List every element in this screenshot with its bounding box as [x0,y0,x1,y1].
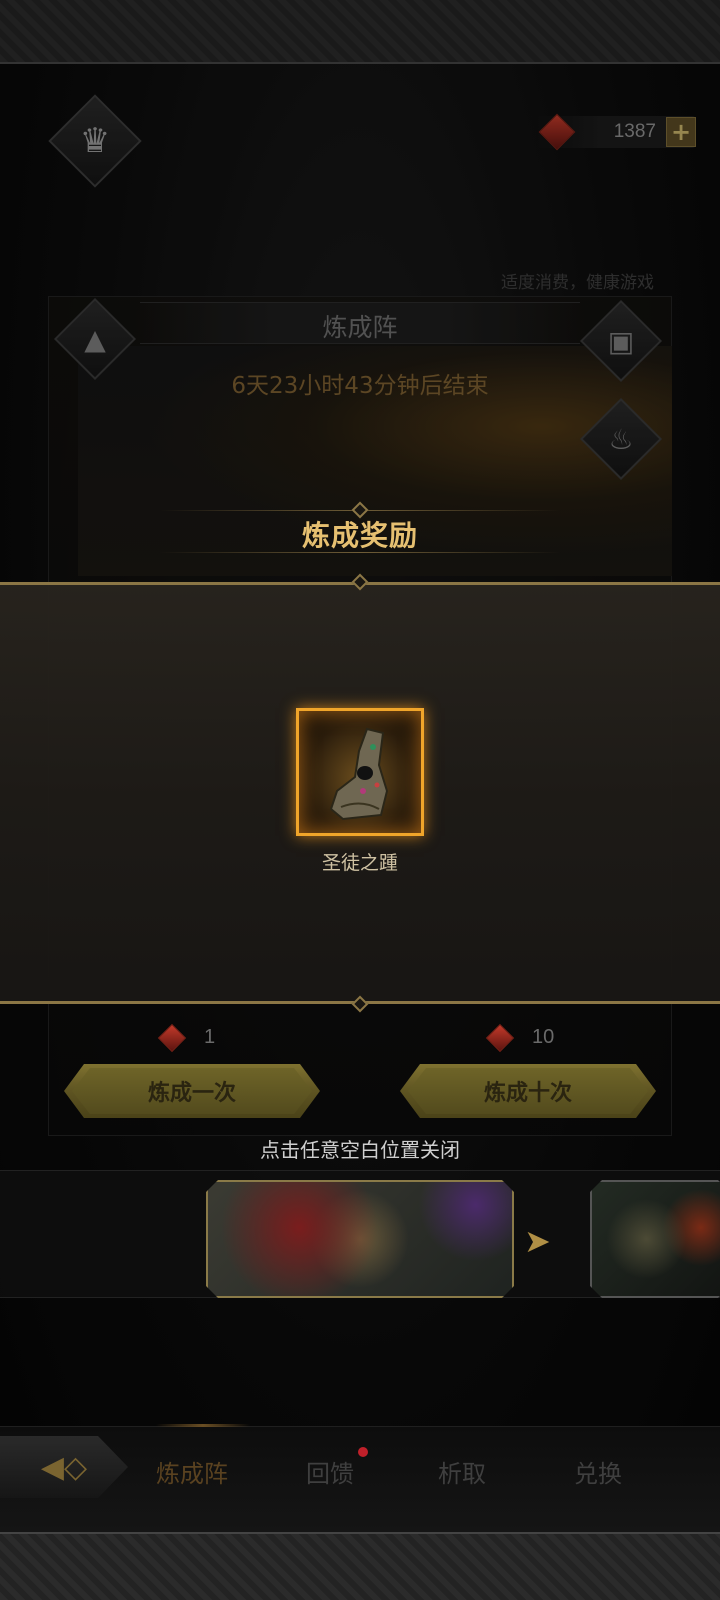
red-gem-icon [157,1023,187,1052]
banner-current[interactable] [206,1180,514,1298]
banner-next[interactable] [590,1180,720,1298]
tab-crafting[interactable]: 炼成阵 [156,1454,228,1489]
craft-once-cost: 1 [157,1023,216,1052]
red-gem-icon [485,1023,515,1052]
craft-ten-button[interactable]: 炼成十次 [400,1064,656,1118]
craft-ten-label: 炼成十次 [483,1081,572,1106]
tab-exchange[interactable]: 兑换 [574,1454,622,1489]
bottom-ornament-frame [0,1532,720,1600]
notification-badge [358,1447,368,1457]
close-hint: 点击任意空白位置关闭 [260,1138,460,1162]
saint-heel-relic-icon [329,727,389,821]
tab-rewards[interactable]: 回馈 [306,1454,354,1489]
reward-item-slot[interactable] [296,708,424,836]
craft-ten-cost-value: 10 [532,1026,555,1048]
craft-once-cost-value: 1 [204,1026,216,1048]
reward-title-rule-bottom [160,552,560,553]
reward-item-name: 圣徒之踵 [321,852,398,874]
back-arrow-icon: ◀◇ [40,1449,88,1485]
craft-once-label: 炼成一次 [147,1081,236,1106]
carousel-next-arrow-icon[interactable]: ➤ [524,1222,551,1260]
reward-title: 炼成奖励 [301,519,418,552]
craft-once-button[interactable]: 炼成一次 [64,1064,320,1118]
active-tab-indicator [156,1424,250,1427]
craft-ten-cost: 10 [485,1023,555,1052]
tab-extract[interactable]: 析取 [438,1454,486,1489]
